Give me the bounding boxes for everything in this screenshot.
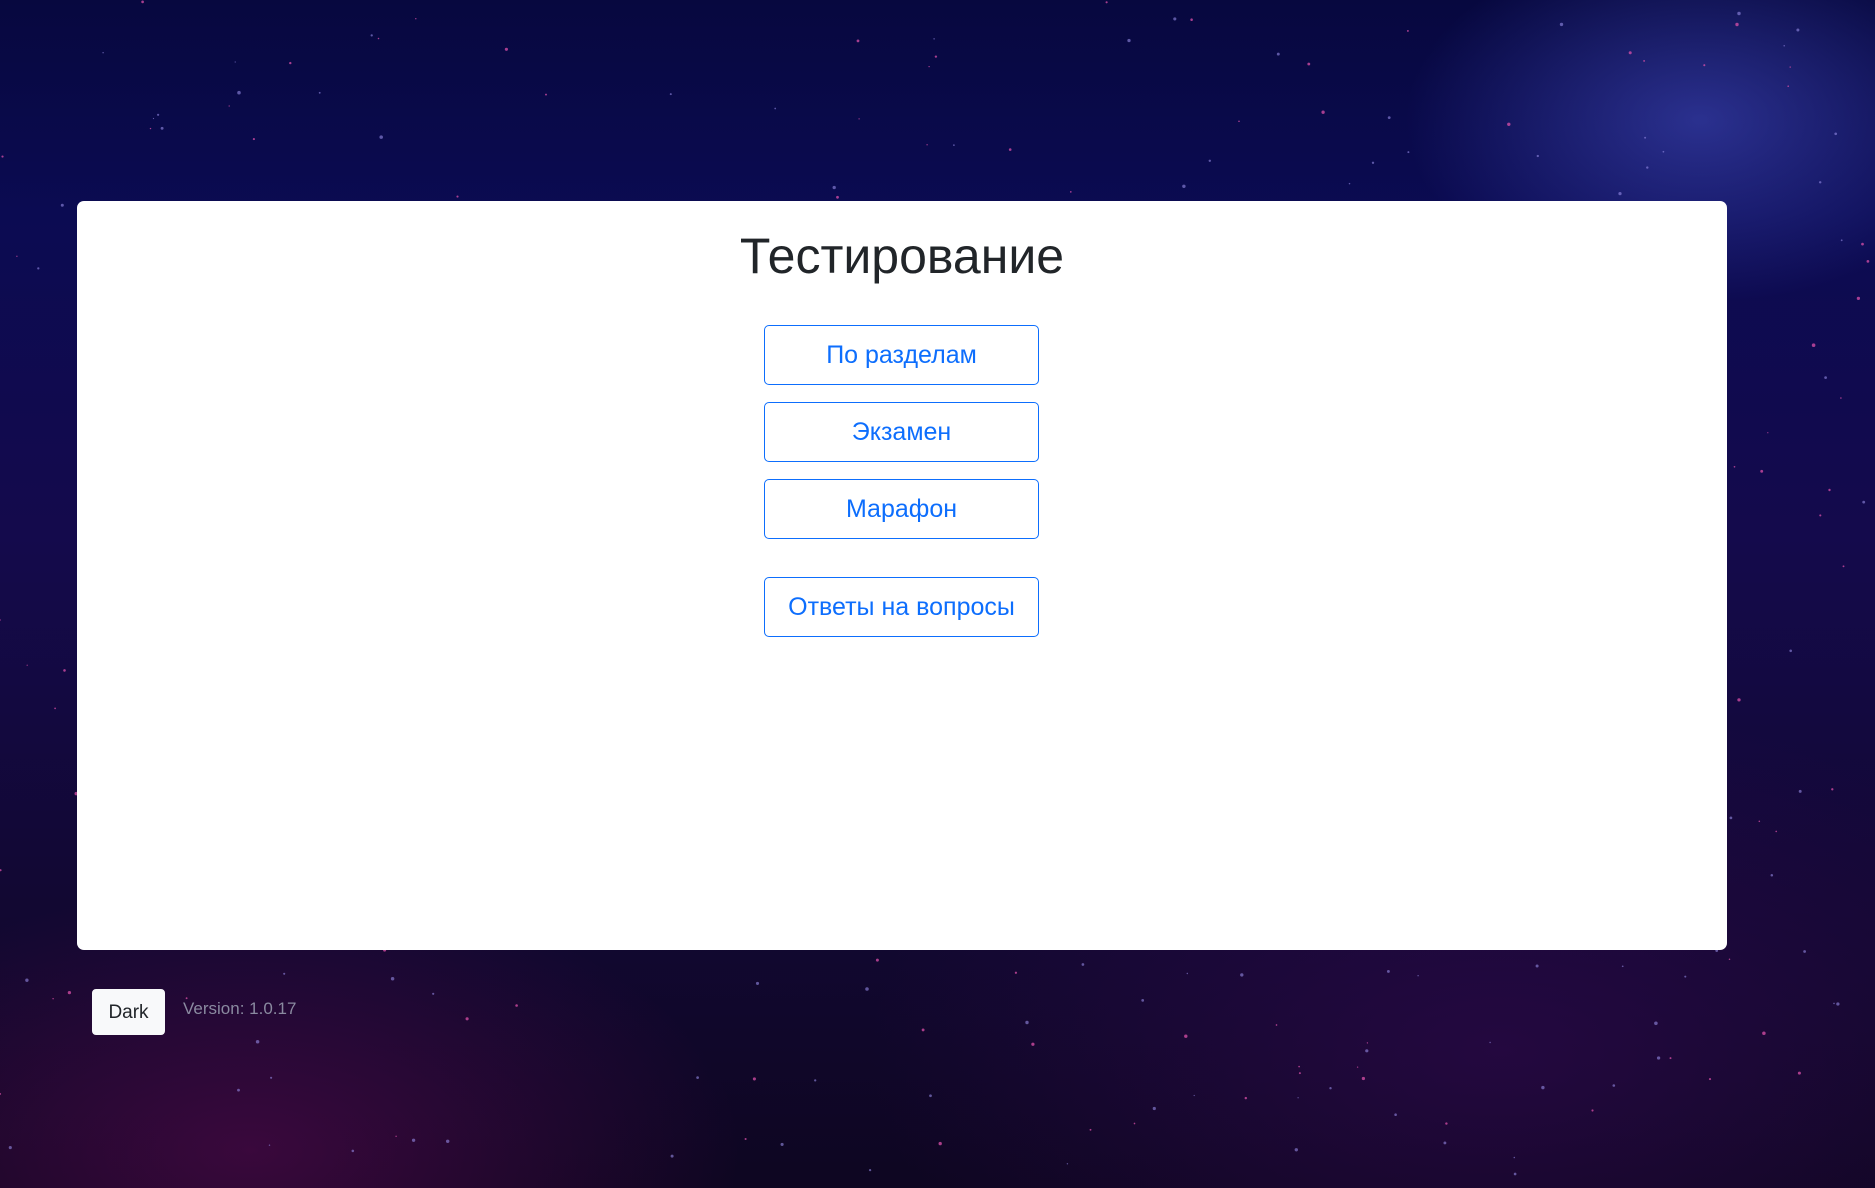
version-label: Version: 1.0.17	[183, 999, 297, 1018]
marathon-button[interactable]: Марафон	[764, 479, 1039, 539]
exam-button[interactable]: Экзамен	[764, 402, 1039, 462]
answers-button[interactable]: Ответы на вопросы	[764, 577, 1039, 637]
footer: Dark Version: 1.0.17	[92, 989, 296, 1035]
main-card: Тестирование По разделам Экзамен Марафон…	[77, 201, 1727, 950]
page-title: Тестирование	[739, 228, 1065, 284]
theme-toggle-button[interactable]: Dark	[92, 989, 165, 1035]
by-sections-button[interactable]: По разделам	[764, 325, 1039, 385]
